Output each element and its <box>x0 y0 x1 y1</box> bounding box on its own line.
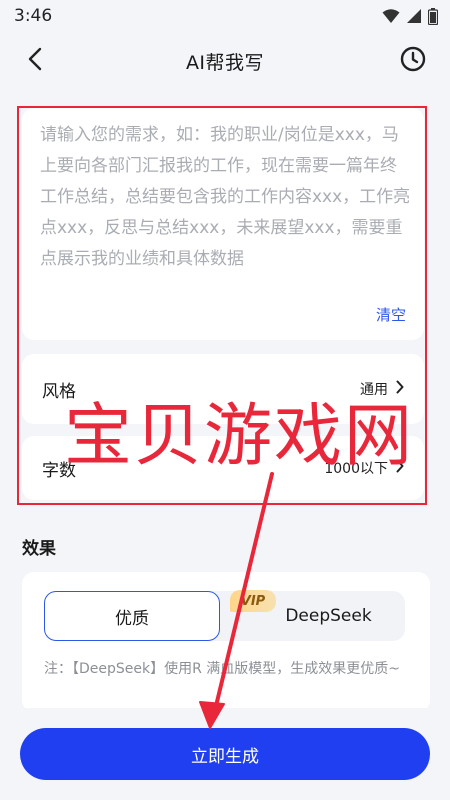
style-label: 风格 <box>42 381 76 402</box>
page-title: AI帮我写 <box>185 51 265 74</box>
cellular-signal-icon <box>406 8 422 24</box>
word-count-option-row[interactable]: 字数 1000以下 <box>22 436 424 500</box>
generate-button[interactable]: 立即生成 <box>20 728 430 780</box>
style-value: 通用 <box>360 382 388 398</box>
status-icons <box>382 7 438 25</box>
effect-option-quality-label: 优质 <box>115 608 149 629</box>
chevron-left-icon <box>28 47 42 75</box>
prompt-card: 清空 <box>22 108 424 340</box>
wifi-icon <box>382 8 400 24</box>
chevron-right-icon <box>396 459 404 477</box>
back-button[interactable] <box>18 44 52 78</box>
status-time: 3:46 <box>14 6 53 26</box>
word-count-label: 字数 <box>42 460 76 481</box>
status-bar: 3:46 <box>0 0 450 32</box>
word-count-value-group: 1000以下 <box>324 458 404 478</box>
style-value-group: 通用 <box>360 379 404 399</box>
clock-icon <box>400 46 426 76</box>
effect-option-quality[interactable]: 优质 <box>44 591 220 641</box>
style-option-row[interactable]: 风格 通用 <box>22 354 424 424</box>
chevron-right-icon <box>396 380 404 398</box>
effect-card: 优质 DeepSeek VIP 注：【DeepSeek】使用R 满血版模型，生成… <box>22 572 430 712</box>
clear-button[interactable]: 清空 <box>376 304 406 325</box>
app-header: AI帮我写 <box>0 32 450 90</box>
vip-badge: VIP <box>230 590 276 612</box>
effect-note: 注：【DeepSeek】使用R 满血版模型，生成效果更优质~ <box>44 661 401 677</box>
prompt-input[interactable] <box>40 120 412 300</box>
effect-section-title: 效果 <box>22 539 56 559</box>
history-button[interactable] <box>396 44 430 78</box>
word-count-value: 1000以下 <box>324 461 388 477</box>
effect-option-deepseek-label: DeepSeek <box>285 606 372 626</box>
battery-icon <box>428 7 438 25</box>
